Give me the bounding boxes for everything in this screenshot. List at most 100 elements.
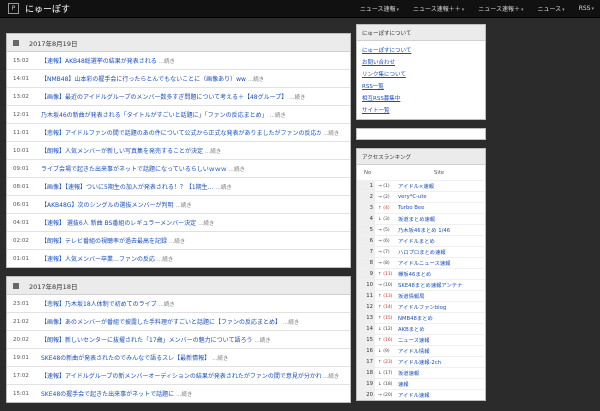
- day-date: 2017年8月19日: [29, 39, 78, 48]
- chevron-down-icon: ▾: [562, 7, 565, 13]
- rank-number: 4: [357, 213, 375, 225]
- more-link[interactable]: ...続き: [159, 57, 175, 65]
- day-section: 2017年8月18日 23:01 【悲報】乃木坂18人体制で初めてのライブ ...続…: [6, 276, 351, 403]
- more-link[interactable]: ...続き: [216, 183, 232, 191]
- more-link[interactable]: ...続き: [289, 93, 305, 101]
- article-link[interactable]: 【AKB48G】次のシングルの選抜メンバーが判明: [41, 200, 173, 209]
- rank-site-link[interactable]: AKBまとめ: [396, 323, 485, 335]
- article-link[interactable]: 【悲報】アイドルファンの間で話題のあの件について公式から正式な発表がありましたが…: [41, 128, 321, 137]
- more-link[interactable]: ...続き: [175, 201, 191, 209]
- article-link[interactable]: 【速報】アイドルグループの新メンバーオーディションの結果が発表されたがファンの間…: [41, 371, 321, 380]
- rank-movement: → (5): [375, 224, 396, 236]
- article-row: 13:02 【画像】最近のアイドルグループのメンバー数多すぎ問題について考える＋【…: [7, 88, 350, 106]
- nav-item-news-plus[interactable]: ニュース速報＋▾: [478, 4, 523, 13]
- top-navbar: P にゅーぽす ニュース速報▾ ニュース速報＋＋▾ ニュース速報＋▾ ニュース▾…: [0, 0, 600, 18]
- rank-movement: ↑ (13): [375, 290, 396, 302]
- article-link[interactable]: 【悲報】乃木坂18人体制で初めてのライブ: [41, 299, 157, 308]
- article-time: 14:01: [13, 75, 29, 82]
- rank-number: 3: [357, 202, 375, 214]
- rank-movement: ↓ (17): [375, 367, 396, 379]
- more-link[interactable]: ...続き: [176, 390, 192, 398]
- rank-site-link[interactable]: very*C-ute: [396, 191, 485, 203]
- article-link[interactable]: 【速報】 選抜6人 新曲 BS番組のレギュラーメンバー決定: [41, 218, 196, 227]
- rank-site-link[interactable]: 速報: [396, 378, 485, 390]
- rank-site-link[interactable]: アイドルファンblog: [396, 301, 485, 313]
- article-time: 08:01: [13, 183, 29, 190]
- article-link[interactable]: 【画像】あのメンバーが番組で披露した手料理がすごいと話題に【ファンの反応まとめ】: [41, 317, 281, 326]
- article-link[interactable]: 【朗報】テレビ番組の視聴率が過去最高を記録: [41, 236, 167, 245]
- more-link[interactable]: ...続き: [198, 219, 214, 227]
- rank-site-link[interactable]: 欅坂46まとめ: [396, 268, 485, 280]
- ranking-row: 16 ↓ (9) アイドル情報: [357, 345, 485, 357]
- brand[interactable]: P にゅーぽす: [8, 2, 70, 15]
- rank-movement: ↓ (18): [375, 378, 396, 390]
- article-link[interactable]: SKE48の新曲が発表されたのでみんなで語るスレ【最新情報】: [41, 353, 210, 362]
- rank-site-link[interactable]: アイドル速報-2ch: [396, 356, 485, 368]
- nav-menu: ニュース速報▾ ニュース速報＋＋▾ ニュース速報＋▾ ニュース▾ RSS▾: [346, 0, 594, 17]
- sidebar-link[interactable]: 相互RSS募集中: [362, 93, 480, 105]
- article-link[interactable]: 【朗報】人気メンバーが新しい写真集を発売することが決定: [41, 146, 203, 155]
- rank-site-link[interactable]: SKE48まとめ速報アンテナ: [396, 279, 485, 291]
- site-title[interactable]: にゅーぽす: [25, 2, 70, 15]
- rank-site-link[interactable]: アイドル×速報: [396, 180, 485, 192]
- sidebar-link[interactable]: サイト一覧: [362, 105, 480, 117]
- rank-site-link[interactable]: アイドル情報: [396, 345, 485, 357]
- more-link[interactable]: ...続き: [205, 147, 221, 155]
- article-link[interactable]: SKE48の握手会で起きた出来事がネットで話題に: [41, 389, 174, 398]
- article-link[interactable]: ライブ会場で起きた出来事がネットで話題になっているらしいｗｗｗ: [41, 164, 227, 173]
- sidebar-link[interactable]: お問い合わせ: [362, 57, 480, 69]
- rank-movement: ↑ (16): [375, 334, 396, 346]
- more-link[interactable]: ...続き: [169, 237, 185, 245]
- rank-movement: ↓ (3): [375, 213, 396, 225]
- nav-item-rss[interactable]: RSS▾: [579, 5, 594, 12]
- rank-number: 16: [357, 345, 375, 357]
- sidebar-link[interactable]: にゅーぽすについて: [362, 45, 480, 57]
- nav-item-news-plusplus[interactable]: ニュース速報＋＋▾: [413, 4, 464, 13]
- article-link[interactable]: 【画像】最近のアイドルグループのメンバー数多すぎ問題について考える＋【48グルー…: [41, 92, 287, 101]
- article-link[interactable]: 【朗報】新しいセンターに抜擢された「17歳」メンバーの魅力について語ろう: [41, 335, 252, 344]
- rank-movement: ↑ (15): [375, 312, 396, 324]
- rank-site-link[interactable]: 乃木坂46まとめ 1/46: [396, 224, 485, 236]
- article-row: 14:01 【NMB48】山本彩の握手会に行ったらとんでもないことに（画像あり）w…: [7, 70, 350, 88]
- rank-site-link[interactable]: ニュース速報: [396, 334, 485, 346]
- more-link[interactable]: ...続き: [323, 129, 339, 137]
- rank-site-link[interactable]: Turbo Bee: [396, 202, 485, 214]
- more-link[interactable]: ...続き: [323, 372, 339, 380]
- article-link[interactable]: 【NMB48】山本彩の握手会に行ったらとんでもないことに（画像あり）ww: [41, 74, 246, 83]
- rank-number: 18: [357, 367, 375, 379]
- more-link[interactable]: ...続き: [248, 75, 264, 83]
- more-link[interactable]: ...続き: [212, 354, 228, 362]
- more-link[interactable]: ...続き: [159, 300, 175, 308]
- more-link[interactable]: ...続き: [229, 165, 245, 173]
- more-link[interactable]: ...続き: [270, 111, 286, 119]
- more-link[interactable]: ...続き: [157, 255, 173, 263]
- article-link[interactable]: 乃木坂46の新曲が発表される「タイトルがすごいと話題に」「ファンの反応まとめ」: [41, 110, 268, 119]
- rank-site-link[interactable]: アイドルニュース速報: [396, 257, 485, 269]
- more-link[interactable]: ...続き: [283, 318, 299, 326]
- nav-item-news-flash[interactable]: ニュース速報▾: [360, 4, 399, 13]
- rank-site-link[interactable]: 坂道速報: [396, 367, 485, 379]
- rank-movement: ↑ (11): [375, 268, 396, 280]
- rank-site-link[interactable]: ハロプロまとめ速報: [396, 246, 485, 258]
- article-link[interactable]: 【画像】【速報】ついに5期生の加入が発表される！？【1期生…: [41, 182, 214, 191]
- sidebar-link[interactable]: RSS一覧: [362, 81, 480, 93]
- rank-number: 11: [357, 290, 375, 302]
- rank-site-link[interactable]: アイドルまとめ: [396, 235, 485, 247]
- ranking-row: 6 → (6) アイドルまとめ: [357, 235, 485, 247]
- sidebar-link[interactable]: リンク集について: [362, 69, 480, 81]
- ranking-panel: アクセスランキング No Site 1 → (1) アイドル×速報 2 → (2) ver…: [356, 148, 486, 401]
- nav-item-news[interactable]: ニュース▾: [537, 4, 564, 13]
- rank-number: 12: [357, 301, 375, 313]
- rank-site-link[interactable]: 坂道情報局: [396, 290, 485, 302]
- rank-site-link[interactable]: NMB48まとめ: [396, 312, 485, 324]
- ranking-row: 7 → (7) ハロプロまとめ速報: [357, 246, 485, 258]
- more-link[interactable]: ...続き: [254, 336, 270, 344]
- rank-site-link[interactable]: 坂道まとめ速報: [396, 213, 485, 225]
- article-row: 06:01 【AKB48G】次のシングルの選抜メンバーが判明 ...続き: [7, 196, 350, 214]
- rank-movement: → (7): [375, 246, 396, 258]
- article-row: 02:02 【朗報】テレビ番組の視聴率が過去最高を記録 ...続き: [7, 232, 350, 250]
- rank-site-link[interactable]: アイドル速報: [396, 389, 485, 400]
- ranking-row: 5 → (5) 乃木坂46まとめ 1/46: [357, 224, 485, 236]
- article-link[interactable]: 【速報】AKB48総選挙の結果が発表される: [41, 56, 157, 65]
- article-link[interactable]: 【速報】人気メンバー卒業…ファンの反応: [41, 254, 155, 263]
